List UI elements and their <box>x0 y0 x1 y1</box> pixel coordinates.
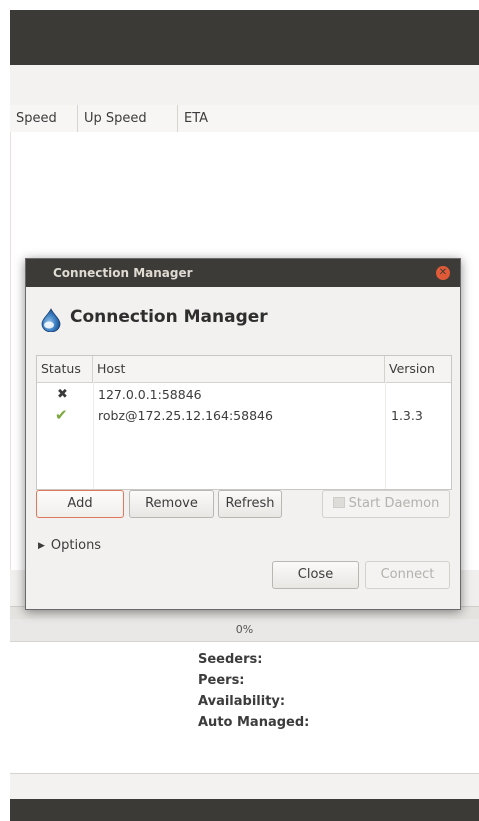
toolbar <box>10 65 479 106</box>
column-up-speed[interactable]: Up Speed <box>78 105 178 132</box>
connection-manager-dialog: Connection Manager ✕ Connection Manager … <box>25 258 461 610</box>
progress-text: 0% <box>235 623 254 636</box>
availability-label: Availability: <box>198 694 286 709</box>
refresh-button[interactable]: Refresh <box>218 490 282 518</box>
connect-button[interactable]: Connect <box>365 561 450 589</box>
start-daemon-button[interactable]: Start Daemon <box>322 490 450 518</box>
version-cell: 1.3.3 <box>391 408 423 423</box>
host-cell: robz@172.25.12.164:58846 <box>98 408 273 423</box>
close-button[interactable]: Close <box>272 561 359 589</box>
dialog-title: Connection Manager <box>53 266 193 280</box>
peers-label: Peers: <box>198 673 245 688</box>
window-bottom-bar <box>10 799 479 821</box>
checkmark-icon: ✔ <box>55 406 68 424</box>
table-row[interactable]: ✖ 127.0.0.1:58846 <box>37 384 451 405</box>
expander-arrow-icon: ▶ <box>38 541 45 551</box>
daemon-icon <box>332 497 345 508</box>
x-mark-icon: ✖ <box>57 387 68 402</box>
close-icon[interactable]: ✕ <box>436 266 450 280</box>
options-expander[interactable]: ▶ Options <box>38 538 101 553</box>
hosts-table-header: Status Host Version <box>37 356 451 383</box>
table-row[interactable]: ✔ robz@172.25.12.164:58846 1.3.3 <box>37 405 451 426</box>
seeders-label: Seeders: <box>198 652 263 667</box>
column-eta[interactable]: ETA <box>178 105 479 132</box>
auto-managed-label: Auto Managed: <box>198 715 310 730</box>
column-version[interactable]: Version <box>385 356 451 382</box>
add-button[interactable]: Add <box>36 490 124 518</box>
column-status[interactable]: Status <box>37 356 93 382</box>
column-speed[interactable]: Speed <box>10 105 78 132</box>
deluge-logo-icon <box>41 308 61 332</box>
window-top-bar <box>10 10 479 65</box>
progress-bar: 0% <box>10 619 479 642</box>
torrent-column-header: Speed Up Speed ETA <box>10 105 479 133</box>
remove-button[interactable]: Remove <box>129 490 214 518</box>
details-panel: Seeders: Peers: Availability: Auto Manag… <box>10 642 479 772</box>
status-bar <box>10 773 479 800</box>
dialog-titlebar[interactable]: Connection Manager ✕ <box>26 259 460 287</box>
dialog-heading-text: Connection Manager <box>70 307 268 327</box>
column-host[interactable]: Host <box>93 356 385 382</box>
host-cell: 127.0.0.1:58846 <box>98 387 202 402</box>
hosts-table[interactable]: Status Host Version ✖ 127.0.0.1:58846 ✔ … <box>36 355 452 490</box>
